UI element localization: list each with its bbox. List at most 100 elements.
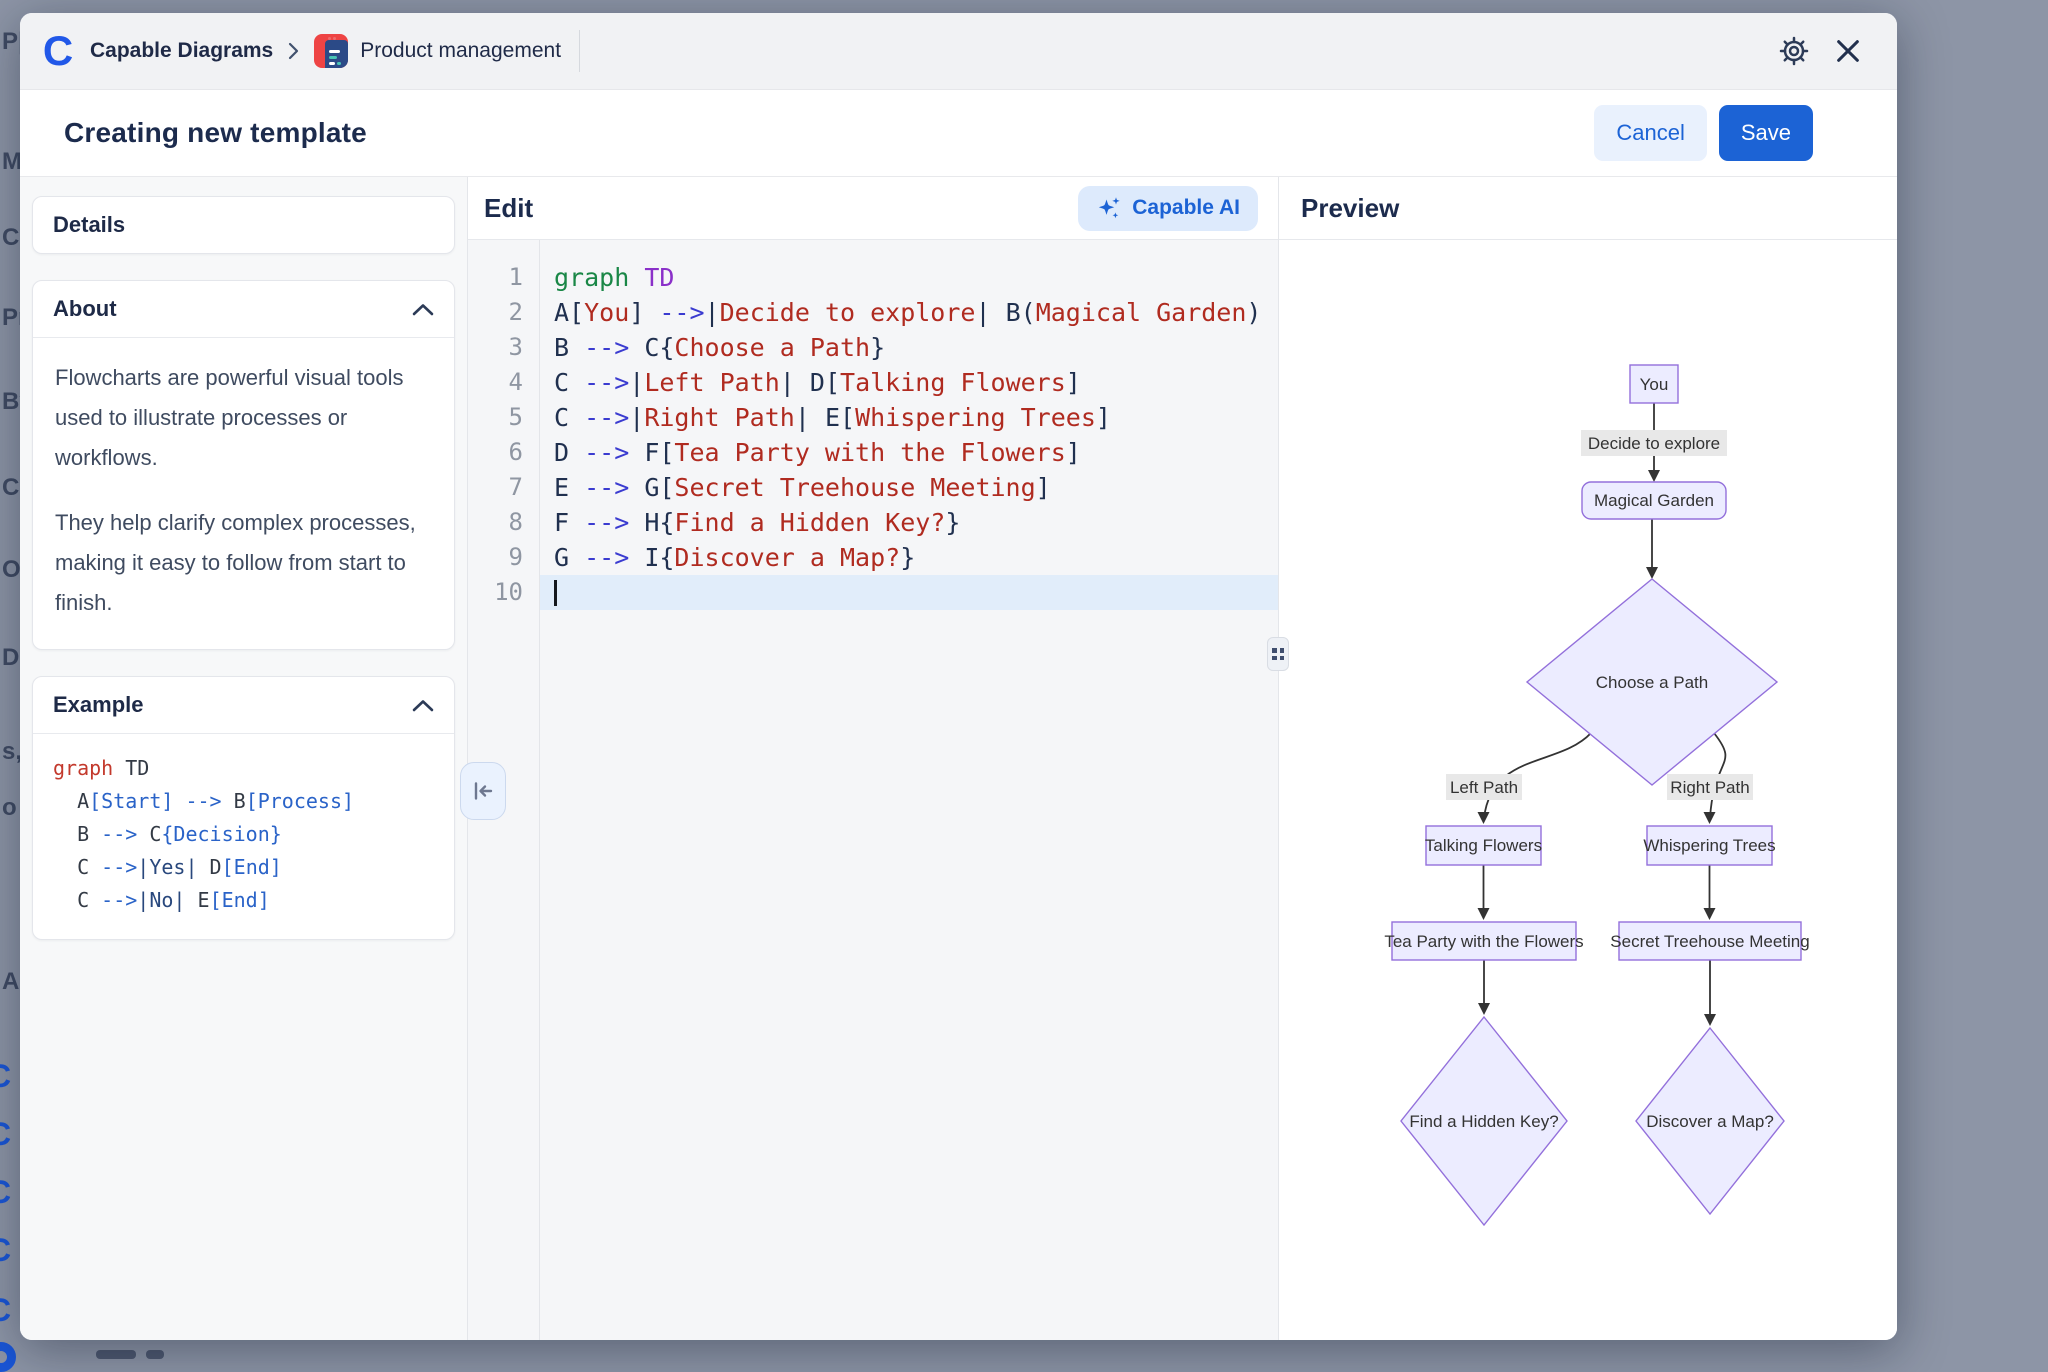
background-logo-fragment: C <box>0 1058 11 1095</box>
background-text-fragment: s, <box>2 738 22 766</box>
node-secret-meeting: Secret Treehouse Meeting <box>1610 932 1809 951</box>
breadcrumb-page[interactable]: Product management <box>314 34 561 68</box>
background-text-fragment: M <box>2 148 22 176</box>
editor-line-7[interactable]: E --> G[Secret Treehouse Meeting] <box>540 470 1278 505</box>
node-tea-party: Tea Party with the Flowers <box>1384 932 1583 951</box>
details-card: Details <box>32 196 455 254</box>
details-sidebar: Details About Flowcharts are powerful vi… <box>20 177 468 1340</box>
settings-button[interactable] <box>1771 28 1817 74</box>
editor-line-1[interactable]: graph TD <box>540 260 1278 295</box>
example-card: Example graph TD A[Start] --> B[Process]… <box>32 676 455 940</box>
editor-line-8[interactable]: F --> H{Find a Hidden Key?} <box>540 505 1278 540</box>
chevron-up-icon[interactable] <box>412 699 434 712</box>
line-number: 6 <box>468 435 539 470</box>
background-text-fragment: By <box>2 388 22 416</box>
drag-dots-icon <box>1272 648 1284 660</box>
breadcrumb-chevron-icon <box>287 41 300 61</box>
background-text-fragment: P| <box>2 28 22 56</box>
line-number: 1 <box>468 260 539 295</box>
edge-label-right-path: Right Path <box>1670 778 1749 797</box>
flowchart-preview: Decide to explore Left Path Right Path Y… <box>1279 240 1897 1340</box>
background-logo-fragment: C <box>0 1292 11 1329</box>
line-number: 4 <box>468 365 539 400</box>
cancel-button[interactable]: Cancel <box>1594 105 1706 161</box>
background-logo-fragment: C <box>0 1232 11 1269</box>
background-logo-fragment <box>0 1342 16 1372</box>
page-title: Creating new template <box>64 117 367 149</box>
example-code-line: A[Start] --> B[Process] <box>53 785 434 818</box>
edge-label-decide: Decide to explore <box>1588 434 1720 453</box>
line-number: 9 <box>468 540 539 575</box>
node-talking-flowers: Talking Flowers <box>1425 836 1542 855</box>
background-logo-fragment: C <box>0 1174 11 1211</box>
text-cursor <box>554 580 557 606</box>
edit-panel: Edit Capable AI 12345678910 graph TDA[Yo… <box>468 177 1278 1340</box>
background-bar-fragment <box>146 1350 164 1359</box>
node-you: You <box>1640 375 1669 394</box>
breadcrumb-page-label: Product management <box>360 39 561 63</box>
details-card-header[interactable]: Details <box>33 197 454 253</box>
collapse-sidebar-button[interactable] <box>460 762 506 820</box>
background-text-fragment: D <box>2 644 19 672</box>
capable-ai-label: Capable AI <box>1132 196 1240 220</box>
modal-title-bar: Creating new template Cancel Save <box>20 90 1897 177</box>
background-text-fragment: AF <box>2 968 22 996</box>
line-number: 10 <box>468 575 539 610</box>
example-code-line: B --> C{Decision} <box>53 818 434 851</box>
chevron-up-icon[interactable] <box>412 303 434 316</box>
edit-panel-header: Edit Capable AI <box>468 177 1278 240</box>
line-number: 3 <box>468 330 539 365</box>
line-number: 7 <box>468 470 539 505</box>
editor-code-area[interactable]: graph TDA[You] -->|Decide to explore| B(… <box>540 240 1278 1340</box>
background-logo-fragment: C <box>0 1116 11 1153</box>
breadcrumb-app[interactable]: C Capable Diagrams <box>36 29 273 73</box>
node-find-key: Find a Hidden Key? <box>1409 1112 1558 1131</box>
edit-panel-title: Edit <box>484 193 533 224</box>
background-text-fragment: o <box>2 794 17 822</box>
example-card-header[interactable]: Example <box>33 677 454 733</box>
gear-icon <box>1779 36 1809 66</box>
about-body: Flowcharts are powerful visual tools use… <box>33 338 454 649</box>
editor-line-6[interactable]: D --> F[Tea Party with the Flowers] <box>540 435 1278 470</box>
example-title: Example <box>53 692 144 718</box>
preview-panel-header: Preview <box>1279 177 1897 240</box>
details-title: Details <box>53 212 125 238</box>
editor-line-9[interactable]: G --> I{Discover a Map?} <box>540 540 1278 575</box>
background-text-fragment: Cl <box>2 224 22 252</box>
preview-panel: Preview <box>1278 177 1897 1340</box>
collapse-left-icon <box>471 779 495 803</box>
editor-line-2[interactable]: A[You] -->|Decide to explore| B(Magical … <box>540 295 1278 330</box>
about-paragraph: They help clarify complex processes, mak… <box>55 503 432 623</box>
about-card: About Flowcharts are powerful visual too… <box>32 280 455 650</box>
create-template-modal: C Capable Diagrams Product management <box>20 13 1897 1340</box>
background-text-fragment: Pr <box>2 304 22 332</box>
capable-ai-button[interactable]: Capable AI <box>1078 186 1258 231</box>
product-management-icon <box>314 34 348 68</box>
editor-line-3[interactable]: B --> C{Choose a Path} <box>540 330 1278 365</box>
preview-canvas: Decide to explore Left Path Right Path Y… <box>1279 240 1897 1340</box>
edge-label-left-path: Left Path <box>1450 778 1518 797</box>
modal-header: C Capable Diagrams Product management <box>20 13 1897 90</box>
close-button[interactable] <box>1825 28 1871 74</box>
close-icon <box>1834 37 1862 65</box>
editor-line-4[interactable]: C -->|Left Path| D[Talking Flowers] <box>540 365 1278 400</box>
background-bar-fragment <box>96 1350 136 1359</box>
editor-line-5[interactable]: C -->|Right Path| E[Whispering Trees] <box>540 400 1278 435</box>
capable-logo-icon: C <box>36 29 80 73</box>
panel-resize-handle[interactable] <box>1267 637 1289 671</box>
editor-line-10[interactable] <box>540 575 1278 610</box>
preview-panel-title: Preview <box>1301 193 1399 224</box>
node-choose-path: Choose a Path <box>1596 673 1708 692</box>
node-whispering-trees: Whispering Trees <box>1643 836 1775 855</box>
sparkles-icon <box>1096 195 1122 221</box>
example-code-line: graph TD <box>53 752 434 785</box>
about-title: About <box>53 296 117 322</box>
example-code-line: C -->|Yes| D[End] <box>53 851 434 884</box>
example-code-line: C -->|No| E[End] <box>53 884 434 917</box>
save-button[interactable]: Save <box>1719 105 1813 161</box>
background-text-fragment: Ca <box>2 474 22 502</box>
line-number: 5 <box>468 400 539 435</box>
node-discover-map: Discover a Map? <box>1646 1112 1774 1131</box>
about-card-header[interactable]: About <box>33 281 454 337</box>
code-editor[interactable]: 12345678910 graph TDA[You] -->|Decide to… <box>468 240 1278 1340</box>
